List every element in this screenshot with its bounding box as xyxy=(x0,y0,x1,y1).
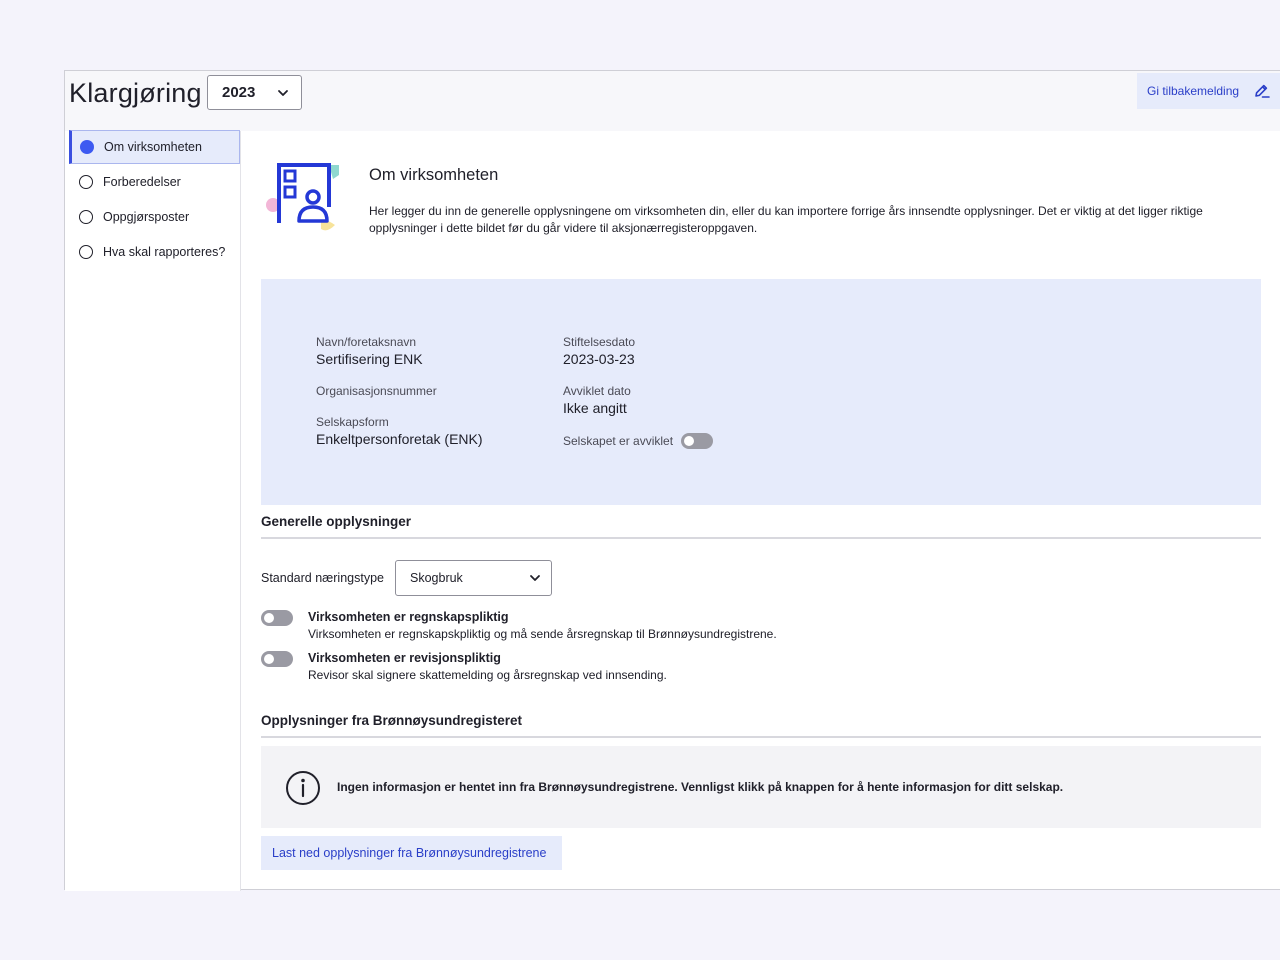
page-header: Klargjøring 2023 Gi tilbakemelding xyxy=(65,71,1280,131)
year-select-value: 2023 xyxy=(222,84,256,101)
field-value: Sertifisering ENK xyxy=(316,351,423,367)
field-label: Avviklet dato xyxy=(563,384,631,398)
field-label: Stiftelsesdato xyxy=(563,335,636,349)
sidebar-item-label: Hva skal rapporteres? xyxy=(103,245,226,259)
company-details-panel: Navn/foretaksnavn Sertifisering ENK Orga… xyxy=(261,279,1261,505)
sidebar-nav: Om virksomheten Forberedelser Oppgjørspo… xyxy=(65,130,241,891)
field-label: Selskapsform xyxy=(316,415,389,429)
field-value: 2023-03-23 xyxy=(563,351,635,367)
section-divider xyxy=(261,537,1261,539)
orgnr-field: Organisasjonsnummer xyxy=(316,384,437,398)
regnskapspliktig-toggle[interactable] xyxy=(261,610,293,626)
feedback-button-label: Gi tilbakemelding xyxy=(1147,84,1240,98)
revisjonspliktig-row: Virksomheten er revisjonspliktig Revisor… xyxy=(261,651,1161,685)
brreg-info-box: Ingen informasjon er hentet inn fra Brøn… xyxy=(261,746,1261,828)
info-circle-icon xyxy=(286,771,320,805)
radio-empty-icon xyxy=(79,210,93,224)
info-message: Ingen informasjon er hentet inn fra Brøn… xyxy=(337,780,1064,794)
naering-select-value: Skogbruk xyxy=(410,571,463,585)
sidebar-item-label: Oppgjørsposter xyxy=(103,210,190,224)
company-form-field: Selskapsform Enkeltpersonforetak (ENK) xyxy=(316,415,483,447)
field-value: Ikke angitt xyxy=(563,400,627,416)
toggle-label: Selskapet er avviklet xyxy=(563,434,674,448)
radio-selected-icon xyxy=(80,140,94,154)
app-frame: Klargjøring 2023 Gi tilbakemelding Om vi… xyxy=(64,70,1280,891)
building-person-illustration-icon xyxy=(266,163,339,231)
toggle-description: Revisor skal signere skattemelding og år… xyxy=(308,668,667,682)
toggle-title: Virksomheten er regnskapspliktig xyxy=(308,610,509,624)
field-value: Enkeltpersonforetak (ENK) xyxy=(316,431,483,447)
page-title: Klargjøring xyxy=(69,78,202,108)
radio-empty-icon xyxy=(79,245,93,259)
field-label: Organisasjonsnummer xyxy=(316,384,437,398)
naering-label: Standard næringstype xyxy=(261,571,384,585)
naering-select[interactable]: Skogbruk xyxy=(395,560,552,596)
dissolved-toggle-row: Selskapet er avviklet xyxy=(563,433,714,449)
sidebar-item-hva-skal-rapporteres[interactable]: Hva skal rapporteres? xyxy=(69,235,240,269)
company-name-field: Navn/foretaksnavn Sertifisering ENK xyxy=(316,335,423,367)
radio-empty-icon xyxy=(79,175,93,189)
chevron-down-icon xyxy=(278,90,288,96)
dissolved-toggle[interactable] xyxy=(681,433,714,449)
regnskapspliktig-row: Virksomheten er regnskapspliktig Virksom… xyxy=(261,610,1161,644)
section-divider xyxy=(261,736,1261,738)
download-button-label: Last ned opplysninger fra Brønnøysundreg… xyxy=(272,846,547,860)
sidebar-item-label: Om virksomheten xyxy=(104,140,202,154)
founded-date-field: Stiftelsesdato 2023-03-23 xyxy=(563,335,635,367)
revisjonspliktig-toggle[interactable] xyxy=(261,651,293,667)
field-label: Navn/foretaksnavn xyxy=(316,335,417,349)
section-heading: Om virksomheten xyxy=(369,166,499,184)
dissolved-date-field: Avviklet dato Ikke angitt xyxy=(563,384,631,416)
chevron-down-icon xyxy=(530,575,540,581)
general-section-title: Generelle opplysninger xyxy=(261,514,412,529)
feedback-button[interactable]: Gi tilbakemelding xyxy=(1137,73,1280,109)
sidebar-item-oppgjorsposter[interactable]: Oppgjørsposter xyxy=(69,200,240,234)
sidebar-item-om-virksomheten[interactable]: Om virksomheten xyxy=(69,130,240,164)
toggle-description: Virksomheten er regnskapskpliktig og må … xyxy=(308,627,777,641)
toggle-title: Virksomheten er revisjonspliktig xyxy=(308,651,501,665)
brreg-section-title: Opplysninger fra Brønnøysundregisteret xyxy=(261,713,523,728)
intro-description: Her legger du inn de generelle opplysnin… xyxy=(369,204,1203,235)
sidebar-item-label: Forberedelser xyxy=(103,175,181,189)
sidebar-item-forberedelser[interactable]: Forberedelser xyxy=(69,165,240,199)
year-select[interactable]: 2023 xyxy=(207,75,302,110)
pencil-edit-icon xyxy=(1255,84,1270,98)
download-brreg-button[interactable]: Last ned opplysninger fra Brønnøysundreg… xyxy=(261,836,562,870)
